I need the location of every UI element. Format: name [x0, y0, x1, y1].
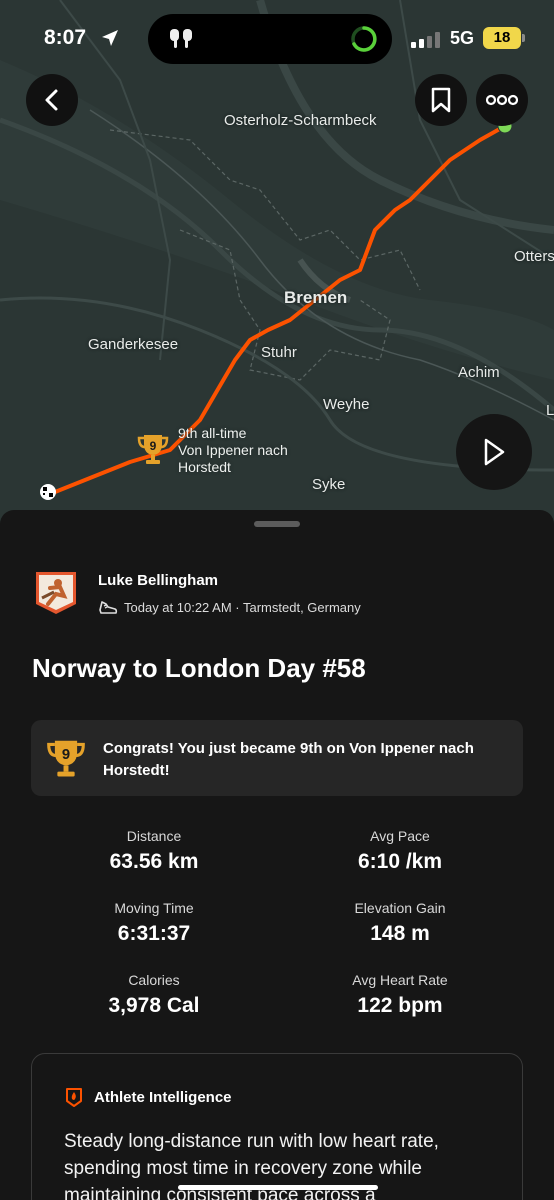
stat-label: Avg Heart Rate [352, 972, 448, 988]
battery-indicator: 18 [483, 27, 525, 49]
chevron-left-icon [45, 89, 58, 111]
activity-title: Norway to London Day #58 [32, 653, 366, 683]
trophy-rank-number: 9 [62, 747, 70, 763]
segment-name-line1: Von Ippener nach [178, 442, 288, 458]
more-options-button[interactable] [476, 74, 528, 126]
activity-sheet[interactable]: Luke Bellingham Today at 10:22 AM · Tarm… [0, 510, 554, 1200]
athlete-intelligence-title: Athlete Intelligence [94, 1089, 232, 1106]
map-label-stuhr: Stuhr [261, 344, 297, 361]
stat-label: Moving Time [114, 900, 194, 916]
run-shoe-icon [99, 601, 118, 614]
stat-calories: Calories 3,978 Cal [34, 972, 274, 1018]
home-indicator[interactable] [178, 1185, 378, 1190]
status-time: 8:07 [44, 26, 87, 49]
cellular-signal-icon [411, 32, 440, 48]
segment-callout[interactable]: 9th all-time Von Ippener nach Horstedt [178, 425, 288, 476]
play-flyover-button[interactable] [456, 414, 532, 490]
stat-value: 63.56 km [109, 850, 199, 873]
stat-label: Distance [126, 828, 182, 844]
stat-value: 6:10 /km [357, 850, 443, 873]
stat-label: Calories [128, 972, 180, 988]
battery-level: 18 [493, 29, 511, 46]
map-label-osterholz: Osterholz-Scharmbeck [224, 112, 377, 129]
more-icon [486, 94, 518, 106]
stat-avg-pace: Avg Pace 6:10 /km [280, 828, 520, 874]
stat-value: 6:31:37 [117, 922, 191, 945]
route-finish-marker [40, 484, 56, 500]
map-label-bremen: Bremen [284, 288, 348, 307]
segment-name-line2: Horstedt [178, 459, 231, 475]
athlete-intelligence-card[interactable]: Athlete Intelligence Steady long-distanc… [31, 1053, 523, 1200]
trophy-icon: 9 [47, 740, 85, 777]
segment-rank: 9th all-time [178, 425, 247, 441]
congrats-text: Congrats! You just became 9th on Von Ipp… [103, 740, 474, 779]
map-label-edge: L [546, 402, 554, 419]
map-label-achim: Achim [458, 364, 500, 381]
stat-value: 122 bpm [357, 994, 443, 1017]
activity-meta-text: Today at 10:22 AM · Tarmstedt, Germany [124, 599, 361, 615]
stat-label: Avg Pace [370, 828, 430, 844]
map-label-syke: Syke [312, 476, 346, 493]
play-icon [484, 438, 505, 466]
map-label-weyhe: Weyhe [323, 396, 370, 413]
trophy-rank-number: 9 [150, 439, 157, 453]
stat-value: 3,978 Cal [108, 994, 200, 1017]
network-type: 5G [450, 28, 475, 48]
athlete-avatar[interactable] [34, 570, 78, 616]
stat-moving-time: Moving Time 6:31:37 [34, 900, 274, 946]
stat-label: Elevation Gain [354, 900, 446, 916]
back-button[interactable] [26, 74, 78, 126]
bookmark-icon [431, 87, 451, 113]
map-label-ganderkesee: Ganderkesee [88, 336, 179, 353]
stat-value: 148 m [370, 922, 430, 945]
stat-elevation-gain: Elevation Gain 148 m [280, 900, 520, 946]
bookmark-button[interactable] [415, 74, 467, 126]
athlete-intelligence-icon [66, 1088, 82, 1107]
activity-ring-icon [351, 26, 377, 52]
segment-trophy-icon[interactable]: 9 [136, 432, 170, 471]
map-label-otters: Otters [514, 248, 554, 265]
segment-achievement-banner[interactable]: 9 Congrats! You just became 9th on Von I… [31, 720, 523, 796]
activity-meta: Today at 10:22 AM · Tarmstedt, Germany [98, 598, 361, 616]
athlete-name[interactable]: Luke Bellingham [98, 572, 218, 589]
stat-distance: Distance 63.56 km [34, 828, 274, 874]
sheet-grabber[interactable] [254, 521, 300, 527]
location-arrow-icon [102, 30, 118, 46]
airpods-icon [170, 29, 192, 48]
stat-avg-heart-rate: Avg Heart Rate 122 bpm [280, 972, 520, 1018]
dynamic-island [148, 14, 392, 64]
